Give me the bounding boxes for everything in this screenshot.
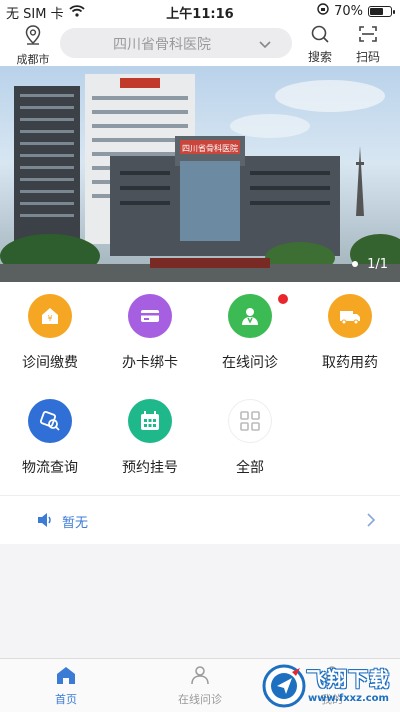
doctor-icon — [228, 294, 272, 338]
delivery-truck-icon — [328, 294, 372, 338]
tile-medicine-pickup[interactable]: 取药用药 — [300, 282, 400, 382]
tile-logistics[interactable]: 物流查询 — [0, 387, 100, 487]
function-grid: ¥ 诊间缴费 办卡绑卡 在线问诊 取药用药 物流查询 预约挂号 全部 — [0, 282, 400, 495]
status-bar: 无 SIM 卡 上午11:16 70% — [0, 0, 400, 22]
calendar-icon — [128, 399, 172, 443]
hospital-building-image: 四川省骨科医院 — [0, 74, 400, 282]
tile-label: 全部 — [236, 460, 264, 476]
battery-icon — [368, 5, 395, 17]
home-icon — [55, 667, 77, 689]
notice-bar[interactable]: 暂无 — [0, 495, 400, 544]
scan-icon — [358, 26, 378, 48]
speaker-icon — [36, 512, 54, 532]
hospital-banner[interactable]: 四川省骨科医院 1/1 — [0, 66, 400, 282]
payment-icon: ¥ — [28, 294, 72, 338]
chevron-down-icon — [258, 36, 272, 55]
tile-label: 在线问诊 — [222, 355, 278, 371]
tile-clinic-payment[interactable]: ¥ 诊间缴费 — [0, 282, 100, 382]
tile-label: 办卡绑卡 — [122, 355, 178, 371]
hospital-sign-text: 四川省骨科医院 — [182, 143, 238, 153]
scan-button[interactable]: 扫码 — [351, 24, 385, 65]
battery-percent: 70% — [334, 3, 363, 19]
location-button[interactable]: 成都市 — [10, 24, 56, 67]
tile-label: 取药用药 — [322, 355, 378, 371]
banner-page-indicator: 1/1 — [367, 257, 388, 272]
watermark-url: www.fxxz.com — [308, 693, 389, 704]
location-label: 成都市 — [16, 53, 50, 66]
search-label: 搜索 — [307, 50, 332, 64]
svg-text:¥: ¥ — [47, 314, 52, 323]
tile-online-consult[interactable]: 在线问诊 — [200, 282, 300, 382]
logistics-icon — [28, 399, 72, 443]
tile-label: 预约挂号 — [122, 460, 178, 476]
banner-page-dot — [352, 261, 358, 267]
tab-home[interactable]: 首页 — [26, 665, 106, 707]
tab-online-consult[interactable]: 在线问诊 — [160, 665, 240, 707]
tile-all[interactable]: 全部 — [200, 387, 300, 487]
chevron-right-icon — [366, 512, 376, 532]
hospital-select[interactable]: 四川省骨科医院 — [60, 28, 292, 58]
tile-appointment[interactable]: 预约挂号 — [100, 387, 200, 487]
tile-card-binding[interactable]: 办卡绑卡 — [100, 282, 200, 382]
tile-label: 物流查询 — [22, 460, 78, 476]
scan-label: 扫码 — [355, 50, 380, 64]
tab-home-label: 首页 — [55, 693, 77, 706]
site-watermark: 飞翔下载 www.fxxz.com — [262, 662, 394, 710]
search-button[interactable]: 搜索 — [303, 24, 337, 65]
watermark-title: 飞翔下载 — [306, 667, 390, 691]
grid-icon — [228, 399, 272, 443]
notification-badge — [278, 294, 288, 304]
search-icon — [310, 25, 330, 48]
tab-consult-label: 在线问诊 — [178, 693, 222, 706]
hospital-select-value: 四川省骨科医院 — [113, 37, 211, 53]
doctor-tab-icon — [189, 666, 211, 689]
notice-text: 暂无 — [62, 516, 89, 531]
tile-label: 诊间缴费 — [22, 355, 78, 371]
orientation-lock-icon — [317, 3, 329, 19]
card-icon — [128, 294, 172, 338]
location-pin-icon — [23, 25, 43, 50]
top-header: 成都市 四川省骨科医院 搜索 扫码 — [0, 22, 400, 66]
